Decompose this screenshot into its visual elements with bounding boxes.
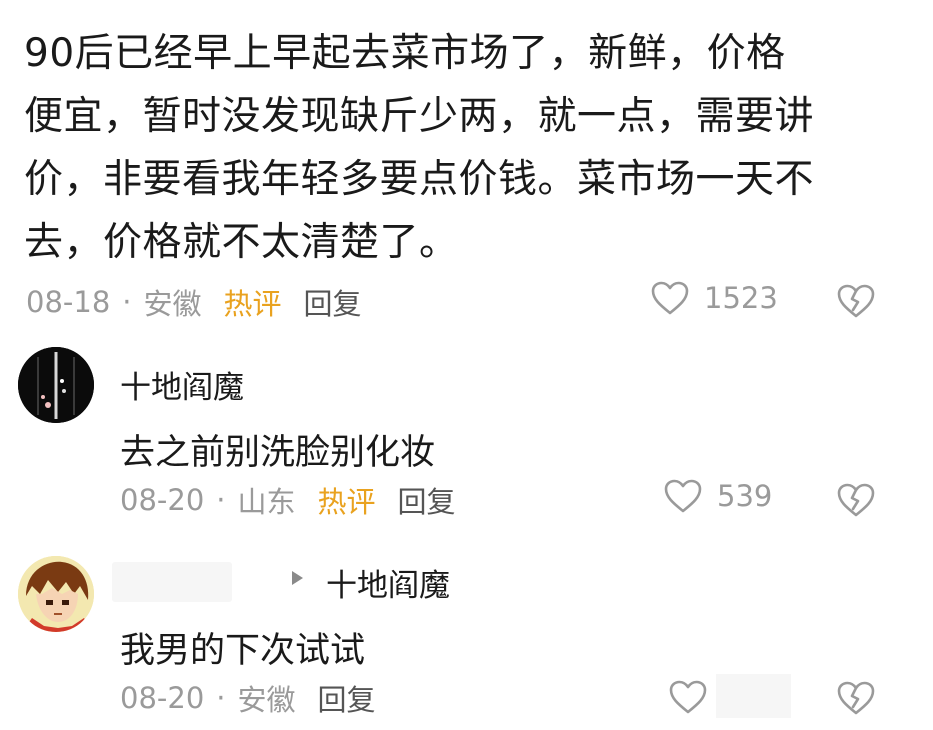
like-count: 539 [717,479,773,513]
post-text-line: 价，非要看我年轻多要点价钱。菜市场一天不 [24,157,815,202]
comment-text: 我男的下次试试 [120,631,366,671]
like-button[interactable] [668,679,708,715]
comment-date: 08-20 [120,483,205,517]
reply-button[interactable]: 回复 [398,479,456,521]
separator: · [216,681,226,715]
avatar[interactable] [18,556,94,632]
comment-text: 去之前别洗脸别化妆 [120,433,436,473]
separator: · [216,483,226,517]
reply-button[interactable]: 回复 [318,677,376,719]
broken-heart-icon [836,680,876,716]
triangle-right-icon [290,570,304,590]
broken-heart-icon [836,283,876,319]
broken-heart-icon [836,482,876,518]
like-button[interactable]: 539 [663,478,772,514]
heart-outline-icon [663,478,703,514]
post-text-line: 便宜，暂时没发现缺斤少两，就一点，需要讲 [24,94,815,139]
blurred-like-count [716,674,791,718]
post-text-line: 90后已经早上早起去菜市场了，新鲜，价格 [24,31,786,76]
heart-outline-icon [650,280,690,316]
hot-comment-badge: 热评 [317,485,376,519]
reply-button[interactable]: 回复 [304,281,362,323]
like-count: 1523 [704,281,778,315]
avatar[interactable] [18,347,94,423]
comment-location: 安徽 [237,683,296,717]
comment-location: 山东 [237,485,296,519]
reply-to-username[interactable]: 十地阎魔 [326,560,450,605]
like-button[interactable]: 1523 [650,280,778,316]
hot-comment-badge: 热评 [223,287,282,321]
dislike-button[interactable] [836,680,876,716]
comment-thread: 90后已经早上早起去菜市场了，新鲜，价格 便宜，暂时没发现缺斤少两，就一点，需要… [0,0,933,730]
post-meta: 08-18 · 安徽 热评 回复 [26,280,362,324]
post-date: 08-18 [26,285,111,319]
comment-date: 08-20 [120,681,205,715]
comment-meta: 08-20 · 安徽 回复 [120,676,376,720]
heart-outline-icon [668,679,708,715]
post-location: 安徽 [143,287,202,321]
post-text: 90后已经早上早起去菜市场了，新鲜，价格 便宜，暂时没发现缺斤少两，就一点，需要… [24,22,904,274]
comment-username[interactable]: 十地阎魔 [120,362,244,407]
separator: · [122,285,132,319]
dislike-button[interactable] [836,482,876,518]
blurred-username [112,562,232,602]
post-text-line: 去，价格就不太清楚了。 [24,220,459,265]
comment-meta: 08-20 · 山东 热评 回复 [120,478,456,522]
dislike-button[interactable] [836,283,876,319]
